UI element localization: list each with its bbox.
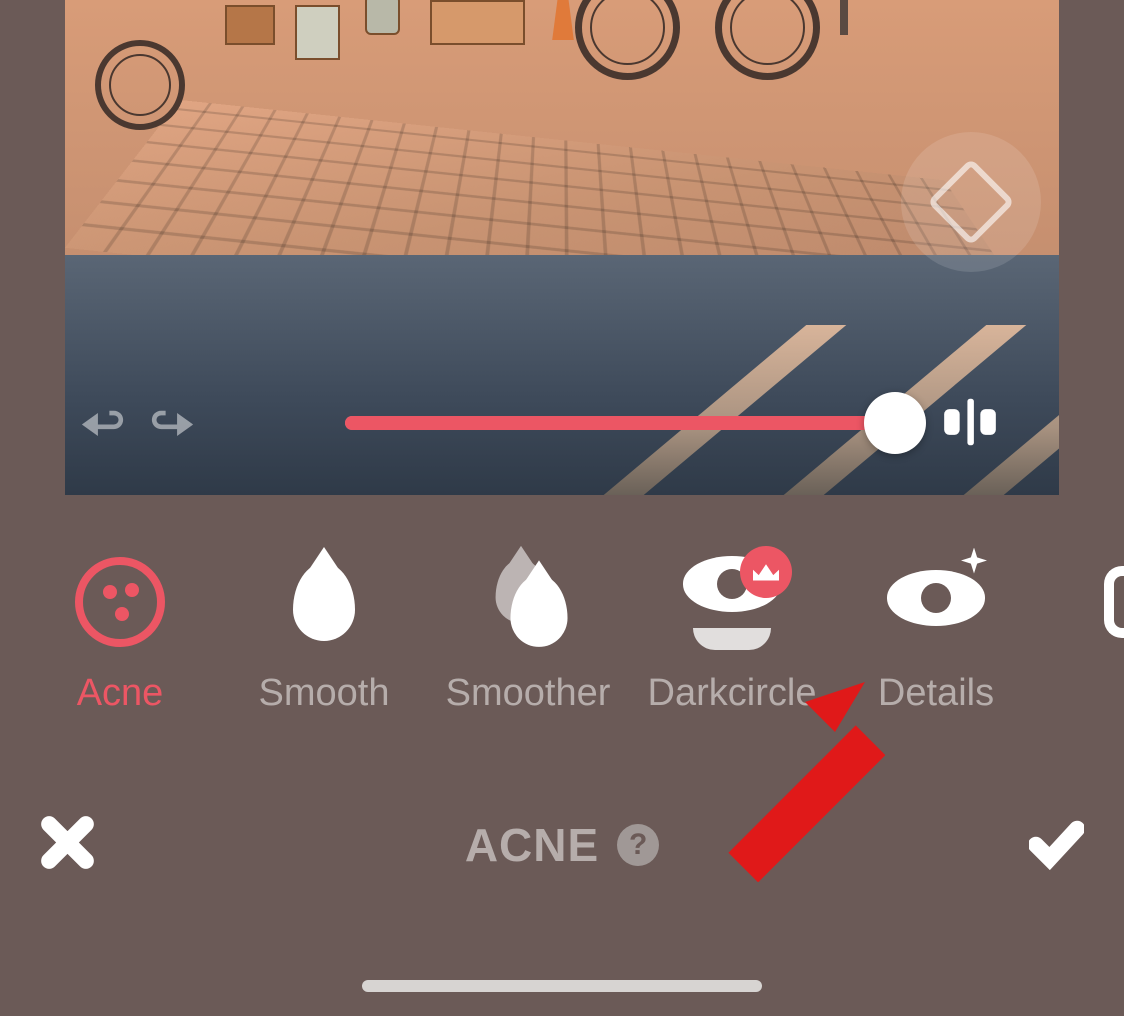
cancel-button[interactable] xyxy=(40,815,95,875)
acne-icon xyxy=(74,556,166,648)
tool-acne[interactable]: Acne xyxy=(18,556,222,715)
compare-icon xyxy=(927,158,1015,246)
details-icon xyxy=(890,556,982,648)
image-preview[interactable] xyxy=(65,0,1059,495)
tool-label: Acne xyxy=(77,672,164,715)
home-indicator[interactable] xyxy=(362,980,762,992)
smoother-icon xyxy=(482,556,574,648)
undo-icon xyxy=(70,397,135,452)
tool-strip[interactable]: Acne Smooth Smoother xyxy=(0,530,1124,740)
help-icon: ? xyxy=(629,828,647,862)
darkcircle-icon xyxy=(686,556,778,648)
crown-icon xyxy=(753,563,779,581)
slider-fill xyxy=(345,416,875,430)
confirm-button[interactable] xyxy=(1029,815,1084,875)
close-icon xyxy=(40,815,95,870)
tool-darkcircle[interactable]: Darkcircle xyxy=(630,556,834,715)
smooth-icon xyxy=(278,556,370,648)
bottom-bar: ACNE ? xyxy=(0,790,1124,900)
intensity-slider[interactable] xyxy=(345,395,915,445)
split-compare-icon xyxy=(939,391,1001,453)
redo-icon xyxy=(140,397,205,452)
tool-label: Darkcircle xyxy=(648,672,817,715)
compare-circle-button[interactable] xyxy=(901,132,1041,272)
help-button[interactable]: ? xyxy=(617,824,659,866)
check-icon xyxy=(1029,815,1084,870)
undo-button[interactable] xyxy=(70,397,135,457)
tool-heal[interactable]: H xyxy=(1038,556,1124,715)
slider-thumb[interactable] xyxy=(864,392,926,454)
tool-details[interactable]: Details xyxy=(834,556,1038,715)
tool-label: Smoother xyxy=(446,672,611,715)
tool-label: Smooth xyxy=(259,672,390,715)
tool-smooth[interactable]: Smooth xyxy=(222,556,426,715)
tool-smoother[interactable]: Smoother xyxy=(426,556,630,715)
current-tool-title: ACNE xyxy=(465,818,599,872)
premium-badge xyxy=(740,546,792,598)
redo-button[interactable] xyxy=(140,397,205,457)
split-compare-button[interactable] xyxy=(939,391,1001,453)
tool-label: Details xyxy=(878,672,994,715)
heal-icon xyxy=(1094,556,1124,648)
